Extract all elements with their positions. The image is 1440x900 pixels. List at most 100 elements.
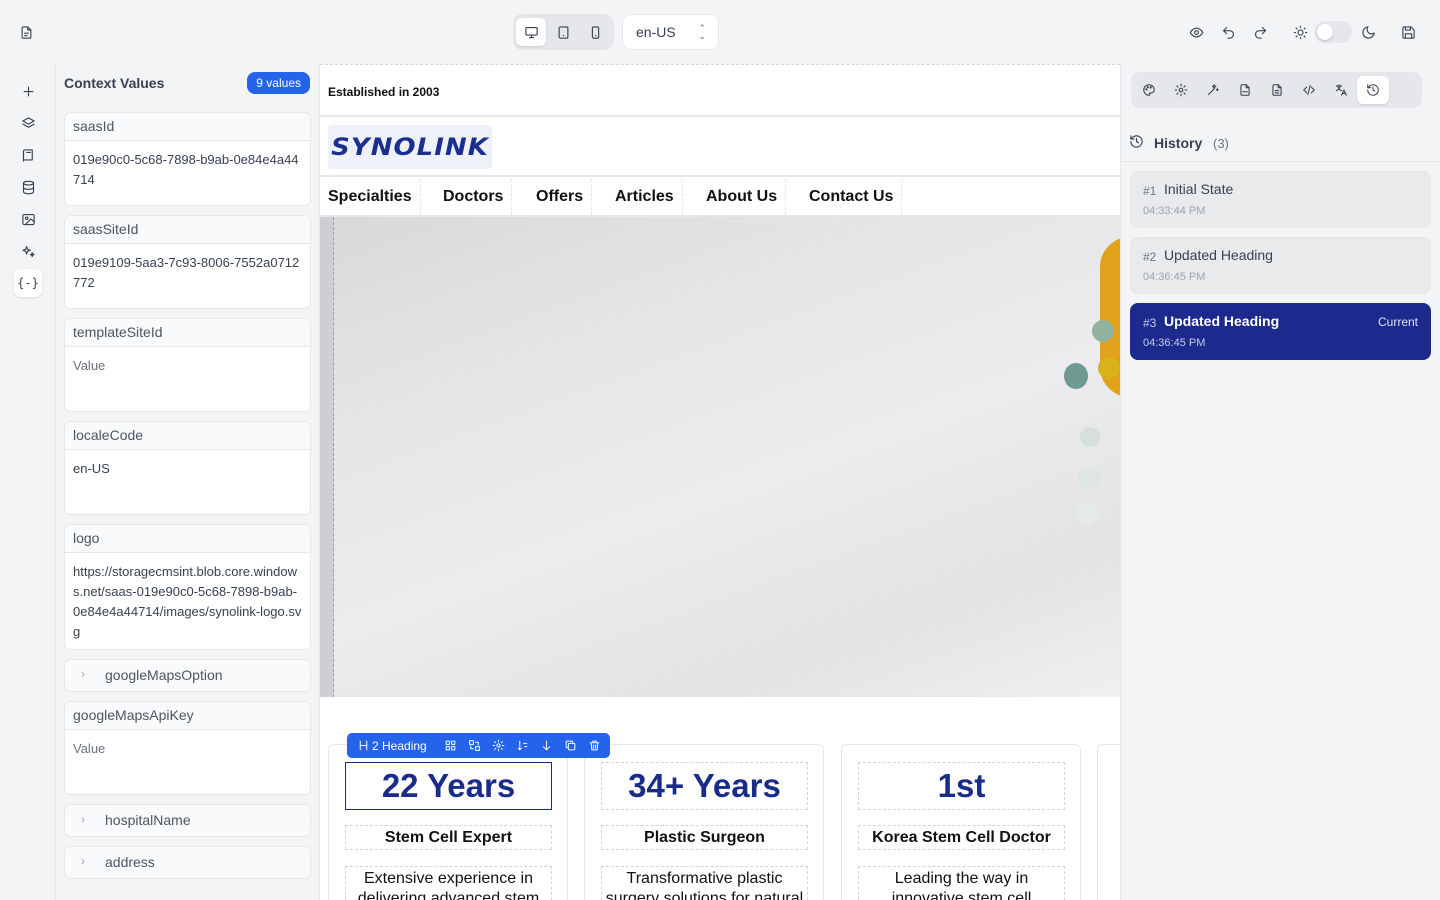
tab-settings[interactable] (1167, 76, 1195, 104)
phone-icon (591, 25, 599, 39)
stat-heading[interactable]: 1st (858, 762, 1065, 810)
hero-decor (1092, 320, 1114, 342)
stat-card[interactable]: 22 Years Stem Cell Expert Extensive expe… (328, 744, 568, 900)
undo-button[interactable] (1214, 18, 1242, 46)
desktop-view-button[interactable] (516, 18, 546, 46)
save-button[interactable] (1394, 18, 1422, 46)
file-icon (1272, 84, 1282, 96)
nav-item-specialties[interactable]: Specialties (320, 179, 421, 215)
stat-title[interactable]: Stem Cell Expert (345, 825, 552, 850)
chevron-right-icon: › (81, 854, 85, 868)
field-label: address (105, 854, 155, 870)
field-address[interactable]: › address (64, 846, 311, 879)
nav-item-contact-us[interactable]: Contact Us (801, 179, 903, 215)
redo-button[interactable] (1246, 18, 1274, 46)
field-value-input[interactable]: Value (65, 347, 310, 385)
stat-card[interactable]: 1st Korea Stem Cell Doctor Leading the w… (841, 744, 1081, 900)
selection-tag: 2 Heading (357, 739, 427, 753)
field-label: saasSiteId (65, 216, 310, 244)
tab-code[interactable] (1295, 76, 1323, 104)
field-value-input[interactable]: en-US (65, 450, 310, 488)
stat-card[interactable]: 34+ Years Plastic Surgeon Transformative… (584, 744, 824, 900)
field-value-input[interactable]: 019e9109-5aa3-7c93-8006-7552a0712772 (65, 244, 310, 302)
nav-item-about-us[interactable]: About Us (698, 179, 787, 215)
stat-description[interactable]: Leading the way in innovative stem cell (858, 866, 1065, 900)
theme-toggle[interactable] (1314, 21, 1352, 43)
sparkles-icon (21, 245, 35, 257)
locale-select[interactable]: en-US ⌃ ⌄ (622, 14, 719, 50)
site-logo[interactable]: SYNOLINK (328, 125, 492, 169)
replace-button[interactable] (463, 736, 487, 756)
established-text: Established in 2003 (328, 85, 440, 99)
save-icon (1401, 25, 1415, 39)
pages-button[interactable] (14, 141, 42, 169)
field-value-input[interactable]: Value (65, 730, 310, 768)
css-file-icon (1240, 84, 1250, 96)
ai-button[interactable] (14, 237, 42, 265)
grid-icon (445, 740, 456, 751)
field-value-input[interactable]: https://storagecmsint.blob.core.windows.… (65, 553, 310, 649)
field-hospitalName[interactable]: › hospitalName (64, 804, 311, 837)
monitor-icon (524, 26, 538, 38)
selection-tag-label: 2 Heading (372, 738, 427, 753)
field-saasSiteId: saasSiteId 019e9109-5aa3-7c93-8006-7552a… (64, 215, 311, 309)
history-header: History (3) (1121, 126, 1440, 162)
stat-heading[interactable]: 34+ Years (601, 762, 808, 810)
stat-description[interactable]: Extensive experience in delivering advan… (345, 866, 552, 900)
database-button[interactable] (14, 173, 42, 201)
add-button[interactable] (14, 77, 42, 105)
nav-item-offers[interactable]: Offers (528, 179, 593, 215)
tab-page[interactable] (1263, 76, 1291, 104)
sort-button[interactable] (511, 736, 535, 756)
layers-button[interactable] (14, 109, 42, 137)
current-badge: Current (1377, 315, 1418, 329)
move-down-button[interactable] (535, 736, 559, 756)
field-label: hospitalName (105, 812, 191, 828)
document-icon[interactable] (12, 18, 40, 46)
grid-button[interactable] (439, 736, 463, 756)
mobile-view-button[interactable] (580, 18, 610, 46)
history-item[interactable]: #2 Updated Heading 04:36:45 PM (1130, 237, 1431, 294)
stat-heading[interactable]: 22 Years (345, 762, 552, 810)
hero-image[interactable] (320, 217, 1120, 697)
selection-toolbar: 2 Heading (347, 733, 610, 758)
translate-icon (1335, 84, 1347, 96)
tablet-view-button[interactable] (548, 18, 578, 46)
established-bar[interactable]: Established in 2003 (320, 64, 1120, 117)
device-switcher (513, 14, 614, 50)
copy-icon (565, 740, 576, 751)
tab-css[interactable] (1231, 76, 1259, 104)
tab-history[interactable] (1357, 76, 1389, 104)
stat-description[interactable]: Transformative plastic surgery solutions… (601, 866, 808, 900)
duplicate-button[interactable] (559, 736, 583, 756)
history-item[interactable]: #1 Initial State 04:33:44 PM (1130, 171, 1431, 228)
tab-translate[interactable] (1327, 76, 1355, 104)
palette-icon (1143, 84, 1155, 96)
hero-decor (1076, 502, 1098, 524)
tab-theme[interactable] (1135, 76, 1163, 104)
stat-card[interactable] (1097, 744, 1120, 900)
delete-button[interactable] (583, 736, 607, 756)
left-rail: {-} (0, 64, 56, 900)
database-icon (22, 180, 34, 194)
stat-title[interactable]: Plastic Surgeon (601, 825, 808, 850)
nav-item-articles[interactable]: Articles (607, 179, 683, 215)
nav-item-doctors[interactable]: Doctors (435, 179, 513, 215)
logo-wordmark: SYNOLINK (331, 133, 489, 161)
tab-magic[interactable] (1199, 76, 1227, 104)
variable-icon: {-} (17, 276, 39, 290)
history-icon (1129, 134, 1145, 150)
page-canvas: Established in 2003 SYNOLINK Specialties… (320, 64, 1120, 900)
settings-button[interactable] (487, 736, 511, 756)
field-value-input[interactable]: 019e90c0-5c68-7898-b9ab-0e84e4a44714 (65, 141, 310, 199)
context-values-button[interactable]: {-} (14, 269, 42, 297)
preview-button[interactable] (1182, 18, 1210, 46)
history-item-current[interactable]: #3 Updated Heading Current 04:36:45 PM (1130, 303, 1431, 360)
field-googleMapsOption[interactable]: › googleMapsOption (64, 659, 311, 692)
field-saasId: saasId 019e90c0-5c68-7898-b9ab-0e84e4a44… (64, 112, 311, 206)
stat-title[interactable]: Korea Stem Cell Doctor (858, 825, 1065, 850)
media-button[interactable] (14, 205, 42, 233)
swap-icon (469, 740, 481, 751)
chevron-right-icon: › (81, 667, 85, 681)
history-item-name: Updated Heading (1164, 247, 1273, 263)
